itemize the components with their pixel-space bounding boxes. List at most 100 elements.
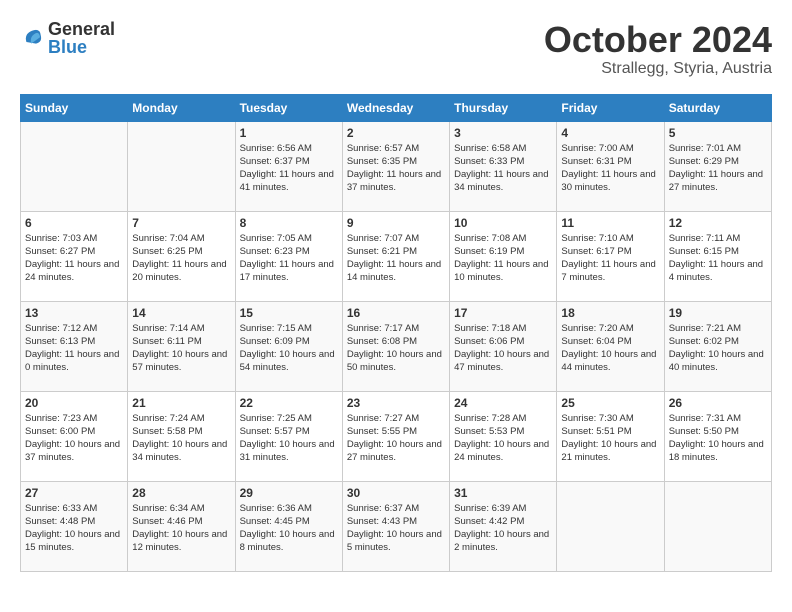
day-cell: 28Sunrise: 6:34 AM Sunset: 4:46 PM Dayli…: [128, 481, 235, 571]
day-cell: 20Sunrise: 7:23 AM Sunset: 6:00 PM Dayli…: [21, 391, 128, 481]
day-cell: 1 Sunrise: 6:56 AM Sunset: 6:37 PM Daylig…: [235, 121, 342, 211]
day-cell: 4 Sunrise: 7:00 AM Sunset: 6:31 PM Daylig…: [557, 121, 664, 211]
day-info: Sunrise: 7:00 AM Sunset: 6:31 PM Dayligh…: [561, 142, 659, 195]
day-number: 24: [454, 396, 552, 410]
day-info: Sunrise: 7:11 AM Sunset: 6:15 PM Dayligh…: [669, 232, 767, 285]
weekday-header-monday: Monday: [128, 94, 235, 121]
day-info: Sunrise: 7:31 AM Sunset: 5:50 PM Dayligh…: [669, 412, 767, 465]
day-cell: 29Sunrise: 6:36 AM Sunset: 4:45 PM Dayli…: [235, 481, 342, 571]
day-cell: 22 Sunrise: 7:25 AM Sunset: 5:57 PM Dayli…: [235, 391, 342, 481]
day-cell: [557, 481, 664, 571]
day-info: Sunrise: 7:14 AM Sunset: 6:11 PM Dayligh…: [132, 322, 230, 375]
day-cell: 30 Sunrise: 6:37 AM Sunset: 4:43 PM Dayli…: [342, 481, 449, 571]
day-info: Sunrise: 7:03 AM Sunset: 6:27 PM Dayligh…: [25, 232, 123, 285]
day-cell: 2Sunrise: 6:57 AM Sunset: 6:35 PM Daylig…: [342, 121, 449, 211]
day-number: 18: [561, 306, 659, 320]
day-cell: [128, 121, 235, 211]
day-number: 14: [132, 306, 230, 320]
day-number: 25: [561, 396, 659, 410]
day-number: 1: [240, 126, 338, 140]
week-row-2: 6 Sunrise: 7:03 AM Sunset: 6:27 PM Daylig…: [21, 211, 772, 301]
day-cell: 5 Sunrise: 7:01 AM Sunset: 6:29 PM Daylig…: [664, 121, 771, 211]
day-number: 23: [347, 396, 445, 410]
day-info: Sunrise: 7:15 AM Sunset: 6:09 PM Dayligh…: [240, 322, 338, 375]
day-cell: 7Sunrise: 7:04 AM Sunset: 6:25 PM Daylig…: [128, 211, 235, 301]
day-info: Sunrise: 6:58 AM Sunset: 6:33 PM Dayligh…: [454, 142, 552, 195]
day-cell: 10 Sunrise: 7:08 AM Sunset: 6:19 PM Dayli…: [450, 211, 557, 301]
day-cell: 26Sunrise: 7:31 AM Sunset: 5:50 PM Dayli…: [664, 391, 771, 481]
day-cell: 14 Sunrise: 7:14 AM Sunset: 6:11 PM Dayli…: [128, 301, 235, 391]
day-cell: 9Sunrise: 7:07 AM Sunset: 6:21 PM Daylig…: [342, 211, 449, 301]
weekday-header-sunday: Sunday: [21, 94, 128, 121]
day-number: 9: [347, 216, 445, 230]
logo: General Blue: [20, 20, 115, 56]
day-number: 8: [240, 216, 338, 230]
weekday-header-wednesday: Wednesday: [342, 94, 449, 121]
day-info: Sunrise: 6:56 AM Sunset: 6:37 PM Dayligh…: [240, 142, 338, 195]
weekday-header-saturday: Saturday: [664, 94, 771, 121]
logo-line1: General: [48, 20, 115, 38]
day-number: 15: [240, 306, 338, 320]
location-subtitle: Strallegg, Styria, Austria: [544, 60, 772, 78]
day-info: Sunrise: 6:37 AM Sunset: 4:43 PM Dayligh…: [347, 502, 445, 555]
day-cell: [664, 481, 771, 571]
day-cell: 23 Sunrise: 7:27 AM Sunset: 5:55 PM Dayli…: [342, 391, 449, 481]
logo-icon: [20, 26, 44, 50]
day-number: 22: [240, 396, 338, 410]
day-cell: 21Sunrise: 7:24 AM Sunset: 5:58 PM Dayli…: [128, 391, 235, 481]
day-number: 6: [25, 216, 123, 230]
day-info: Sunrise: 7:20 AM Sunset: 6:04 PM Dayligh…: [561, 322, 659, 375]
title-block: October 2024 Strallegg, Styria, Austria: [544, 20, 772, 78]
day-info: Sunrise: 7:25 AM Sunset: 5:57 PM Dayligh…: [240, 412, 338, 465]
calendar-body: 1 Sunrise: 6:56 AM Sunset: 6:37 PM Daylig…: [21, 121, 772, 571]
calendar-header: SundayMondayTuesdayWednesdayThursdayFrid…: [21, 94, 772, 121]
day-info: Sunrise: 7:10 AM Sunset: 6:17 PM Dayligh…: [561, 232, 659, 285]
day-number: 10: [454, 216, 552, 230]
day-info: Sunrise: 7:01 AM Sunset: 6:29 PM Dayligh…: [669, 142, 767, 195]
day-number: 30: [347, 486, 445, 500]
day-number: 19: [669, 306, 767, 320]
day-info: Sunrise: 7:12 AM Sunset: 6:13 PM Dayligh…: [25, 322, 123, 375]
day-cell: 19Sunrise: 7:21 AM Sunset: 6:02 PM Dayli…: [664, 301, 771, 391]
week-row-1: 1 Sunrise: 6:56 AM Sunset: 6:37 PM Daylig…: [21, 121, 772, 211]
day-cell: 11 Sunrise: 7:10 AM Sunset: 6:17 PM Dayli…: [557, 211, 664, 301]
calendar-table: SundayMondayTuesdayWednesdayThursdayFrid…: [20, 94, 772, 572]
weekday-row: SundayMondayTuesdayWednesdayThursdayFrid…: [21, 94, 772, 121]
weekday-header-tuesday: Tuesday: [235, 94, 342, 121]
day-cell: 12 Sunrise: 7:11 AM Sunset: 6:15 PM Dayli…: [664, 211, 771, 301]
day-info: Sunrise: 7:18 AM Sunset: 6:06 PM Dayligh…: [454, 322, 552, 375]
day-info: Sunrise: 6:33 AM Sunset: 4:48 PM Dayligh…: [25, 502, 123, 555]
day-info: Sunrise: 7:17 AM Sunset: 6:08 PM Dayligh…: [347, 322, 445, 375]
day-number: 12: [669, 216, 767, 230]
day-info: Sunrise: 7:04 AM Sunset: 6:25 PM Dayligh…: [132, 232, 230, 285]
day-info: Sunrise: 7:30 AM Sunset: 5:51 PM Dayligh…: [561, 412, 659, 465]
day-info: Sunrise: 7:28 AM Sunset: 5:53 PM Dayligh…: [454, 412, 552, 465]
day-number: 21: [132, 396, 230, 410]
day-info: Sunrise: 7:05 AM Sunset: 6:23 PM Dayligh…: [240, 232, 338, 285]
day-cell: 24 Sunrise: 7:28 AM Sunset: 5:53 PM Dayli…: [450, 391, 557, 481]
day-number: 4: [561, 126, 659, 140]
day-cell: 15 Sunrise: 7:15 AM Sunset: 6:09 PM Dayli…: [235, 301, 342, 391]
page-header: General Blue October 2024 Strallegg, Sty…: [20, 20, 772, 78]
day-cell: 13 Sunrise: 7:12 AM Sunset: 6:13 PM Dayli…: [21, 301, 128, 391]
day-number: 28: [132, 486, 230, 500]
day-cell: 16 Sunrise: 7:17 AM Sunset: 6:08 PM Dayli…: [342, 301, 449, 391]
day-cell: 17Sunrise: 7:18 AM Sunset: 6:06 PM Dayli…: [450, 301, 557, 391]
day-cell: [21, 121, 128, 211]
day-number: 13: [25, 306, 123, 320]
day-number: 27: [25, 486, 123, 500]
day-number: 20: [25, 396, 123, 410]
day-info: Sunrise: 6:57 AM Sunset: 6:35 PM Dayligh…: [347, 142, 445, 195]
day-info: Sunrise: 7:08 AM Sunset: 6:19 PM Dayligh…: [454, 232, 552, 285]
day-info: Sunrise: 6:36 AM Sunset: 4:45 PM Dayligh…: [240, 502, 338, 555]
day-number: 31: [454, 486, 552, 500]
day-number: 16: [347, 306, 445, 320]
weekday-header-friday: Friday: [557, 94, 664, 121]
day-cell: 3 Sunrise: 6:58 AM Sunset: 6:33 PM Daylig…: [450, 121, 557, 211]
day-cell: 27 Sunrise: 6:33 AM Sunset: 4:48 PM Dayli…: [21, 481, 128, 571]
day-number: 3: [454, 126, 552, 140]
day-number: 11: [561, 216, 659, 230]
day-number: 5: [669, 126, 767, 140]
day-cell: 25 Sunrise: 7:30 AM Sunset: 5:51 PM Dayli…: [557, 391, 664, 481]
day-info: Sunrise: 7:27 AM Sunset: 5:55 PM Dayligh…: [347, 412, 445, 465]
